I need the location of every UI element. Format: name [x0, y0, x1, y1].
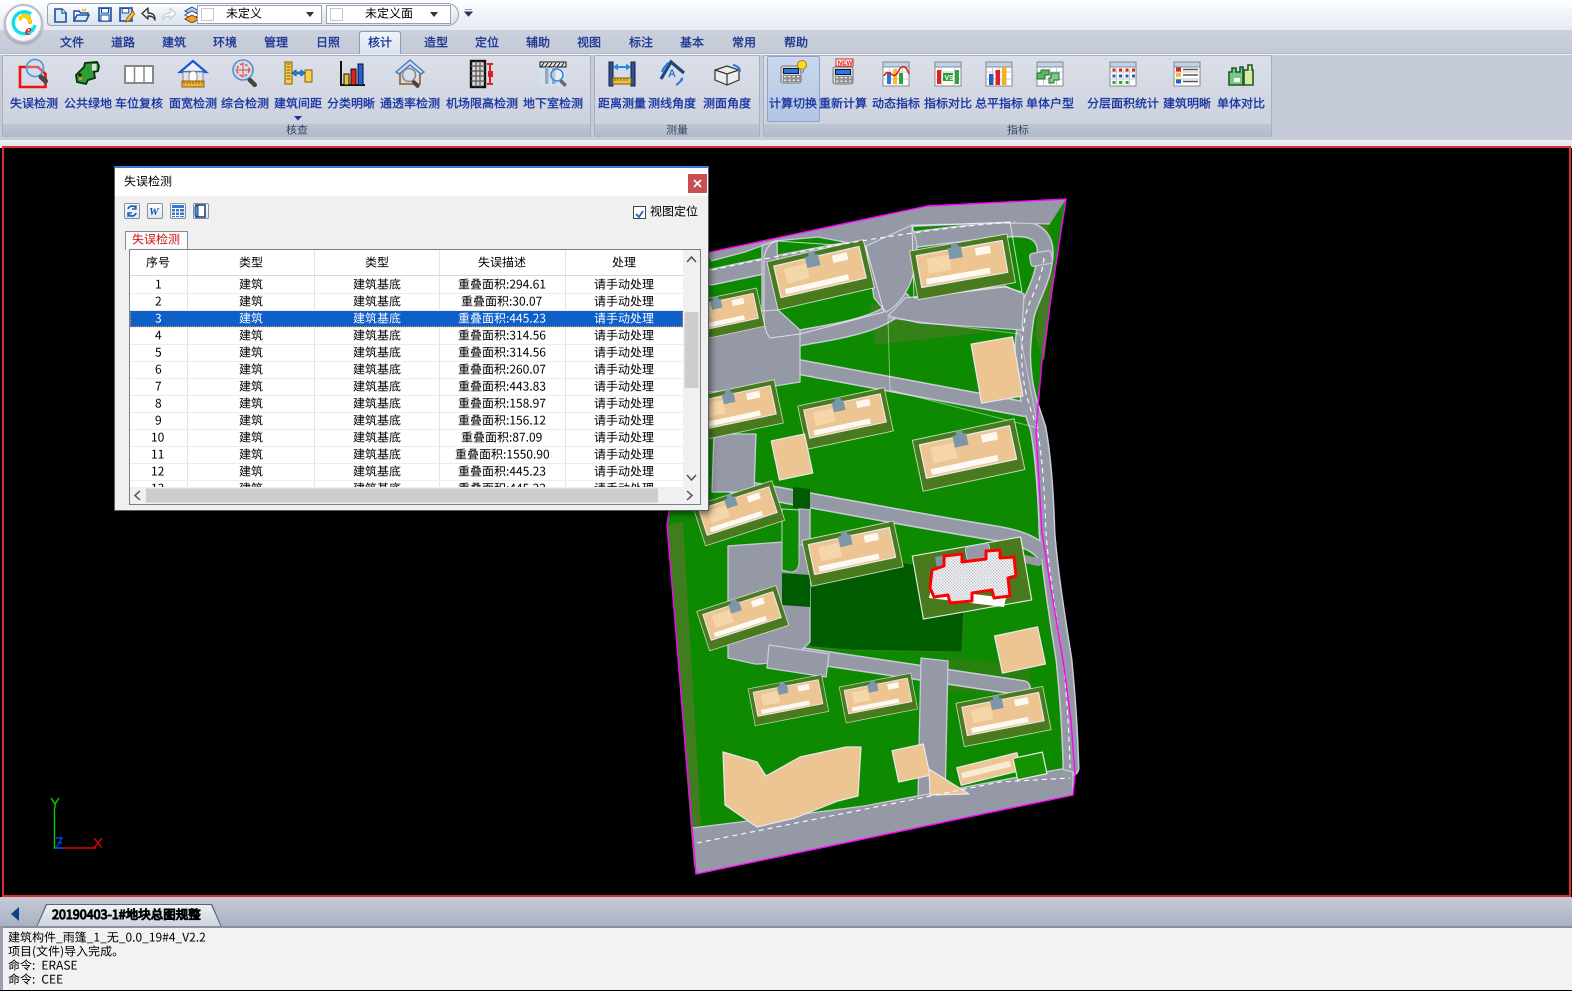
- svg-text:VS: VS: [945, 75, 955, 82]
- svg-text:A: A: [668, 68, 676, 80]
- svg-text:W: W: [149, 206, 160, 218]
- svg-text:NEW: NEW: [838, 60, 854, 67]
- svg-text:e: e: [25, 23, 32, 39]
